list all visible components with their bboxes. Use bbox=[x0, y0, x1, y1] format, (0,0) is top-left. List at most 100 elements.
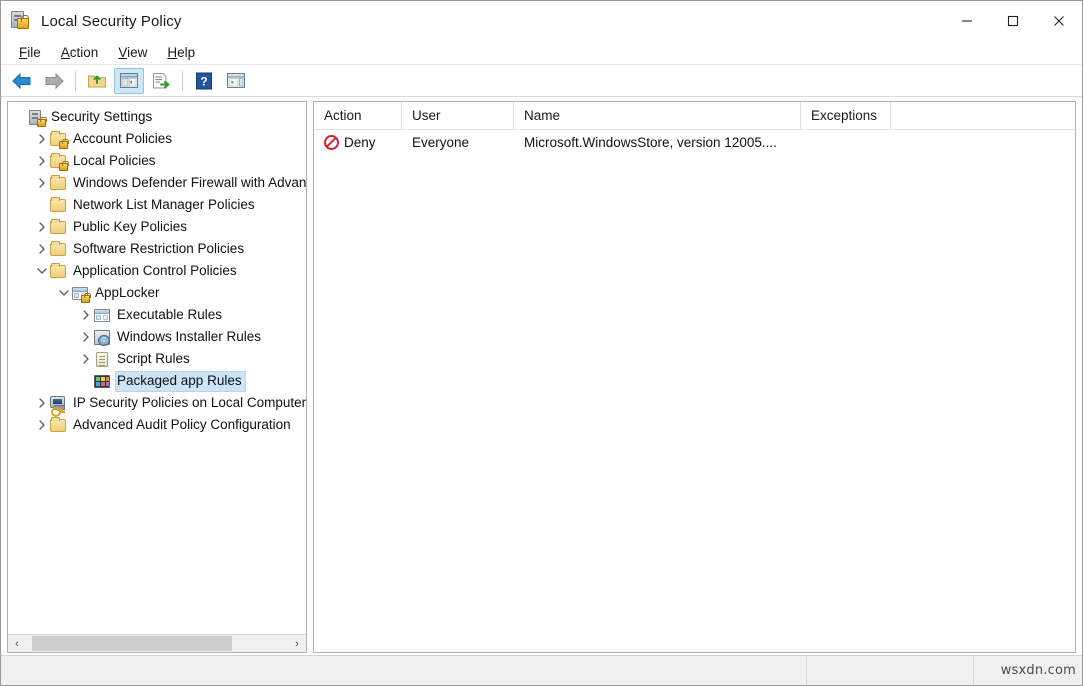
tree-item-application-control-policies[interactable]: Application Control Policies bbox=[8, 260, 306, 282]
maximize-button[interactable] bbox=[990, 1, 1036, 41]
tree-item-label: Software Restriction Policies bbox=[73, 240, 245, 256]
show-console-tree-button[interactable] bbox=[114, 67, 144, 94]
folder-icon bbox=[50, 218, 67, 236]
folder-lock-icon bbox=[50, 130, 69, 149]
executable-rules-icon bbox=[94, 307, 111, 324]
content-area: Security Settings Account Policies Local P… bbox=[1, 97, 1082, 655]
scrollbar-track[interactable] bbox=[26, 635, 288, 652]
chevron-right-icon[interactable] bbox=[34, 150, 50, 172]
menu-view-rest: iew bbox=[127, 45, 148, 60]
tree-item-executable-rules[interactable]: Executable Rules bbox=[8, 304, 306, 326]
arrow-left-icon bbox=[12, 72, 31, 89]
tree-item-label: IP Security Policies on Local Computer bbox=[73, 394, 306, 410]
menu-help[interactable]: Help bbox=[157, 43, 205, 62]
scroll-left-arrow[interactable]: ‹ bbox=[8, 635, 26, 652]
minimize-button[interactable] bbox=[944, 1, 990, 41]
up-one-level-button[interactable] bbox=[82, 68, 112, 94]
menu-file-rest: ile bbox=[27, 45, 41, 60]
policy-tree[interactable]: Security Settings Account Policies Local P… bbox=[8, 102, 306, 634]
help-button[interactable]: ? bbox=[189, 68, 219, 94]
close-button[interactable] bbox=[1036, 1, 1082, 41]
cell-action: Deny bbox=[314, 134, 402, 150]
forward-button[interactable] bbox=[39, 68, 69, 94]
chevron-down-icon[interactable] bbox=[34, 260, 50, 282]
deny-icon bbox=[324, 134, 339, 150]
tree-item-label: Account Policies bbox=[73, 130, 173, 146]
tree-item-label: Application Control Policies bbox=[73, 262, 237, 278]
tree-item-security-settings[interactable]: Security Settings bbox=[8, 106, 306, 128]
scrollbar-thumb[interactable] bbox=[32, 636, 232, 651]
table-row[interactable]: Deny Everyone Microsoft.WindowsStore, vers… bbox=[314, 130, 1075, 154]
menu-file[interactable]: File bbox=[9, 43, 51, 62]
tree-item-label: Local Policies bbox=[73, 152, 156, 168]
tree-item-label: Security Settings bbox=[51, 108, 153, 124]
show-action-pane-button[interactable] bbox=[221, 68, 251, 94]
chevron-right-icon[interactable] bbox=[34, 216, 50, 238]
tree-item-label: Network List Manager Policies bbox=[73, 196, 255, 212]
menu-bar: File Action View Help bbox=[1, 41, 1082, 65]
tree-item-advanced-audit-policy-configuration[interactable]: Advanced Audit Policy Configuration bbox=[8, 414, 306, 436]
tree-item-account-policies[interactable]: Account Policies bbox=[8, 128, 306, 150]
tree-item-software-restriction-policies[interactable]: Software Restriction Policies bbox=[8, 238, 306, 260]
console-tree-pane: Security Settings Account Policies Local P… bbox=[7, 101, 307, 653]
menu-help-rest: elp bbox=[177, 45, 196, 60]
chevron-down-icon[interactable] bbox=[56, 282, 72, 304]
local-security-policy-window: Local Security Policy File Action View H… bbox=[0, 0, 1083, 686]
menu-action[interactable]: Action bbox=[51, 43, 109, 62]
tree-item-ip-security-policies-on-local-computer[interactable]: IP Security Policies on Local Computer bbox=[8, 392, 306, 417]
tree-horizontal-scrollbar[interactable]: ‹ › bbox=[8, 634, 306, 652]
back-button[interactable] bbox=[7, 68, 37, 94]
toolbar-separator-1 bbox=[75, 70, 76, 91]
chevron-right-icon[interactable] bbox=[34, 414, 50, 436]
scroll-right-arrow[interactable]: › bbox=[288, 635, 306, 652]
column-header-exceptions[interactable]: Exceptions bbox=[801, 102, 891, 129]
status-text-middle bbox=[807, 656, 974, 685]
chevron-right-icon[interactable] bbox=[78, 348, 94, 370]
toolbar: ? bbox=[1, 65, 1082, 97]
tree-item-label: Packaged app Rules bbox=[115, 370, 246, 392]
tree-item-local-policies[interactable]: Local Policies bbox=[8, 150, 306, 172]
column-header-user[interactable]: User bbox=[402, 102, 514, 129]
tree-item-label: Advanced Audit Policy Configuration bbox=[73, 416, 291, 432]
tree-item-public-key-policies[interactable]: Public Key Policies bbox=[8, 216, 306, 238]
tree-item-windows-defender-firewall-with-advan[interactable]: Windows Defender Firewall with Advan bbox=[8, 172, 306, 194]
status-bar: wsxdn.com bbox=[1, 655, 1082, 685]
chevron-right-icon[interactable] bbox=[78, 326, 94, 348]
cell-name: Microsoft.WindowsStore, version 12005...… bbox=[524, 134, 777, 150]
tree-item-packaged-app-rules[interactable]: Packaged app Rules bbox=[8, 370, 306, 392]
arrow-right-icon bbox=[45, 72, 64, 89]
security-policy-icon bbox=[10, 10, 32, 32]
tree-item-windows-installer-rules[interactable]: Windows Installer Rules bbox=[8, 326, 306, 348]
chevron-right-icon[interactable] bbox=[78, 304, 94, 326]
rules-list[interactable]: Deny Everyone Microsoft.WindowsStore, vers… bbox=[314, 130, 1075, 652]
column-header-action[interactable]: Action bbox=[314, 102, 402, 129]
tree-item-script-rules[interactable]: Script Rules bbox=[8, 348, 306, 370]
packaged-app-rules-icon bbox=[94, 373, 111, 390]
list-column-headers: Action User Name Exceptions bbox=[314, 102, 1075, 130]
folder-up-icon bbox=[88, 75, 106, 87]
chevron-right-icon[interactable] bbox=[34, 238, 50, 260]
folder-icon bbox=[50, 262, 67, 280]
tree-item-label: Windows Defender Firewall with Advan bbox=[73, 174, 306, 190]
export-list-button[interactable] bbox=[146, 68, 176, 94]
tree-item-applocker[interactable]: AppLocker bbox=[8, 282, 306, 304]
chevron-right-icon[interactable] bbox=[34, 392, 50, 414]
console-tree-icon bbox=[120, 73, 138, 88]
tree-item-label: Windows Installer Rules bbox=[117, 328, 262, 344]
question-mark-icon: ? bbox=[196, 72, 212, 89]
watermark-text: wsxdn.com bbox=[1000, 663, 1076, 678]
cell-user: Everyone bbox=[412, 134, 470, 150]
cell-action-text: Deny bbox=[344, 134, 376, 150]
column-header-name[interactable]: Name bbox=[514, 102, 801, 129]
toolbar-separator-2 bbox=[182, 70, 183, 91]
chevron-right-icon[interactable] bbox=[34, 172, 50, 194]
chevron-right-icon[interactable] bbox=[34, 128, 50, 150]
tree-item-network-list-manager-policies[interactable]: Network List Manager Policies bbox=[8, 194, 306, 216]
tree-item-label: Public Key Policies bbox=[73, 218, 188, 234]
menu-view[interactable]: View bbox=[108, 43, 157, 62]
export-list-icon bbox=[153, 72, 170, 88]
script-rules-icon bbox=[94, 351, 111, 368]
